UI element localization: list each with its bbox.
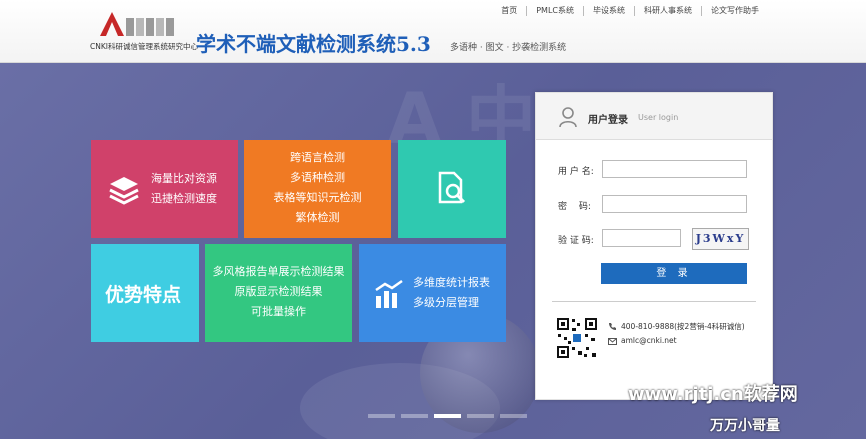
tile-text-table-detection: 表格等知识元检测 — [273, 191, 362, 204]
watermark-account: 万万小哥量 — [710, 418, 780, 434]
user-icon — [559, 107, 577, 128]
captcha-label: 验 证 码: — [558, 236, 594, 246]
carousel-indicators — [368, 414, 527, 418]
feature-tile-search — [398, 140, 506, 238]
logo-mark-icon — [100, 12, 174, 36]
carousel-dot[interactable] — [368, 414, 395, 418]
nav-thesis[interactable]: 毕设系统 — [584, 6, 635, 16]
cnki-logo[interactable]: CNKI科研诚信管理系统研究中心 — [90, 8, 198, 52]
nav-research-hr[interactable]: 科研人事系统 — [635, 6, 702, 16]
carousel-dot[interactable] — [500, 414, 527, 418]
contact-phone: 400-810-9888(按2营销-4科研诚信) — [621, 322, 745, 331]
login-header: 用户登录 User login — [536, 93, 772, 140]
carousel-dot[interactable] — [401, 414, 428, 418]
carousel-dot[interactable] — [467, 414, 494, 418]
feature-tile-resources: 海量比对资源 迅捷检测速度 — [91, 140, 238, 238]
system-title: 学术不端文献检测系统5.3 — [196, 32, 431, 56]
tile-text-traditional: 繁体检测 — [295, 211, 340, 224]
tile-text-report-styles: 多风格报告单展示检测结果 — [212, 265, 345, 278]
top-header: CNKI科研诚信管理系统研究中心 学术不端文献检测系统5.3 多语种 · 图文 … — [0, 0, 866, 63]
nav-writing-assistant[interactable]: 论文写作助手 — [702, 6, 768, 16]
system-subtitle: 多语种 · 图文 · 抄袭检测系统 — [450, 43, 567, 53]
tile-text-original-display: 原版显示检测结果 — [234, 285, 323, 298]
login-divider — [552, 301, 756, 302]
tile-text-multilingual: 多语种检测 — [290, 171, 345, 184]
tile-text-advantages: 优势特点 — [105, 284, 182, 306]
login-panel: 用户登录 User login 用 户 名: 密 码: 验 证 码: J3WxY… — [535, 92, 773, 400]
password-label: 密 码: — [558, 202, 591, 212]
feature-tile-reports: 多风格报告单展示检测结果 原版显示检测结果 可批量操作 — [205, 244, 352, 342]
nav-pmlc[interactable]: PMLC系统 — [527, 6, 584, 16]
tile-text-multi-level: 多级分层管理 — [413, 296, 479, 309]
feature-tile-statistics: 多维度统计报表 多级分层管理 — [359, 244, 506, 342]
document-search-icon — [438, 171, 466, 204]
watermark-site: www.rjtj.cn软荐网 — [628, 384, 798, 405]
tile-text-batch: 可批量操作 — [251, 305, 306, 318]
bar-chart-icon — [375, 279, 403, 308]
password-input[interactable] — [602, 195, 747, 213]
layers-icon — [109, 177, 139, 205]
tile-text-speed: 迅捷检测速度 — [151, 192, 217, 205]
feature-tile-languages: 跨语言检测 多语种检测 表格等知识元检测 繁体检测 — [244, 140, 391, 238]
captcha-input[interactable] — [602, 229, 681, 247]
contact-email[interactable]: amlc@cnki.net — [621, 336, 677, 345]
nav-home[interactable]: 首页 — [492, 6, 528, 16]
qr-code-icon — [556, 317, 598, 359]
logo-caption: CNKI科研诚信管理系统研究中心 — [90, 42, 198, 51]
tile-text-multi-dimension: 多维度统计报表 — [413, 276, 490, 289]
login-button[interactable]: 登 录 — [601, 263, 747, 284]
login-title-en: User login — [638, 113, 679, 122]
tile-text-cross-language: 跨语言检测 — [290, 151, 345, 164]
tile-text-resources: 海量比对资源 — [151, 172, 217, 185]
feature-tile-advantages: 优势特点 — [91, 244, 199, 342]
email-icon — [608, 338, 617, 345]
phone-icon — [609, 323, 616, 330]
top-nav: 首页 PMLC系统 毕设系统 科研人事系统 论文写作助手 — [492, 6, 768, 16]
login-title: 用户登录 — [588, 115, 628, 126]
username-label: 用 户 名: — [558, 167, 594, 177]
carousel-dot-active[interactable] — [434, 414, 461, 418]
username-input[interactable] — [602, 160, 747, 178]
captcha-image[interactable]: J3WxY — [692, 228, 749, 250]
